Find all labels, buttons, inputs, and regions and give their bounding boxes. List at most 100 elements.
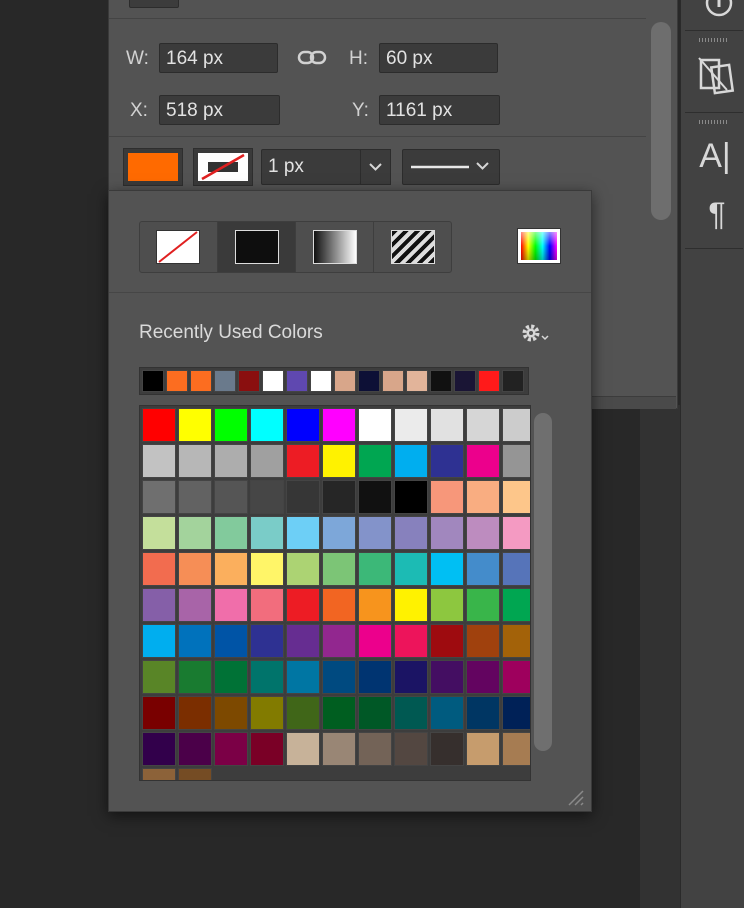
color-swatch[interactable] (358, 696, 392, 730)
info-icon[interactable] (699, 0, 739, 23)
recent-color-swatch[interactable] (166, 370, 188, 392)
color-swatch[interactable] (466, 660, 500, 694)
color-swatch[interactable] (250, 408, 284, 442)
color-swatch[interactable] (502, 552, 530, 586)
gear-icon[interactable] (519, 321, 555, 347)
color-swatch[interactable] (502, 660, 530, 694)
recent-color-swatch[interactable] (358, 370, 380, 392)
color-swatch[interactable] (430, 444, 464, 478)
color-swatch[interactable] (286, 480, 320, 514)
color-swatch[interactable] (430, 480, 464, 514)
color-swatch[interactable] (178, 480, 212, 514)
color-swatch[interactable] (358, 552, 392, 586)
color-swatch[interactable] (178, 660, 212, 694)
color-swatch[interactable] (466, 444, 500, 478)
color-swatch[interactable] (466, 408, 500, 442)
color-swatch[interactable] (322, 480, 356, 514)
color-swatch[interactable] (250, 696, 284, 730)
resize-grip-icon[interactable] (565, 787, 585, 807)
color-swatch[interactable] (322, 408, 356, 442)
color-swatch[interactable] (322, 624, 356, 658)
color-swatch[interactable] (430, 660, 464, 694)
color-swatch[interactable] (394, 588, 428, 622)
color-swatch[interactable] (502, 516, 530, 550)
color-swatch[interactable] (358, 480, 392, 514)
color-swatch[interactable] (466, 696, 500, 730)
x-field[interactable]: 518 px (159, 95, 280, 125)
color-swatch[interactable] (178, 408, 212, 442)
color-swatch[interactable] (214, 624, 248, 658)
color-swatch[interactable] (286, 516, 320, 550)
fill-type-none[interactable] (139, 221, 218, 273)
color-swatch[interactable] (286, 696, 320, 730)
color-swatch[interactable] (250, 552, 284, 586)
color-swatch[interactable] (358, 444, 392, 478)
character-icon[interactable]: A| (695, 136, 735, 176)
color-swatch[interactable] (322, 516, 356, 550)
color-swatch[interactable] (286, 732, 320, 766)
color-swatch[interactable] (214, 696, 248, 730)
color-swatch[interactable] (142, 444, 176, 478)
color-swatch[interactable] (358, 588, 392, 622)
recent-color-swatch[interactable] (238, 370, 260, 392)
color-swatch[interactable] (214, 516, 248, 550)
color-swatch[interactable] (358, 660, 392, 694)
color-swatch[interactable] (142, 516, 176, 550)
stroke-width-field[interactable]: 1 px (261, 149, 361, 185)
color-swatch[interactable] (250, 732, 284, 766)
color-swatch[interactable] (286, 660, 320, 694)
color-swatch[interactable] (250, 444, 284, 478)
color-swatch[interactable] (214, 444, 248, 478)
link-icon[interactable] (297, 48, 327, 73)
color-swatch[interactable] (142, 696, 176, 730)
color-swatch[interactable] (394, 516, 428, 550)
stroke-width-dropdown[interactable] (360, 149, 391, 185)
recent-color-swatch[interactable] (478, 370, 500, 392)
color-swatch[interactable] (142, 588, 176, 622)
recent-color-swatch[interactable] (382, 370, 404, 392)
color-swatch[interactable] (142, 768, 176, 780)
color-swatch[interactable] (430, 408, 464, 442)
color-swatch[interactable] (466, 732, 500, 766)
color-swatch[interactable] (430, 696, 464, 730)
color-swatch[interactable] (142, 732, 176, 766)
color-swatch[interactable] (394, 480, 428, 514)
color-swatch[interactable] (466, 480, 500, 514)
color-swatch[interactable] (502, 444, 530, 478)
color-swatch[interactable] (286, 624, 320, 658)
color-swatch[interactable] (502, 408, 530, 442)
color-swatch[interactable] (394, 624, 428, 658)
dock-grip[interactable] (699, 38, 727, 42)
color-swatch[interactable] (178, 588, 212, 622)
recent-color-swatch[interactable] (502, 370, 524, 392)
color-swatch[interactable] (214, 480, 248, 514)
color-swatch[interactable] (394, 732, 428, 766)
color-swatch[interactable] (178, 516, 212, 550)
height-field[interactable]: 60 px (379, 43, 498, 73)
color-swatch[interactable] (214, 408, 248, 442)
fill-type-gradient[interactable] (295, 221, 374, 273)
stroke-color-button[interactable] (193, 148, 253, 186)
color-swatch[interactable] (502, 480, 530, 514)
color-swatch[interactable] (394, 408, 428, 442)
recent-color-swatch[interactable] (334, 370, 356, 392)
recent-color-swatch[interactable] (190, 370, 212, 392)
stroke-style-dropdown[interactable] (402, 149, 500, 185)
recent-color-swatch[interactable] (286, 370, 308, 392)
color-swatch[interactable] (214, 660, 248, 694)
color-swatch[interactable] (502, 624, 530, 658)
color-swatch[interactable] (286, 444, 320, 478)
color-swatch[interactable] (178, 624, 212, 658)
width-field[interactable]: 164 px (159, 43, 278, 73)
color-swatch[interactable] (466, 552, 500, 586)
color-swatch[interactable] (430, 624, 464, 658)
color-swatch[interactable] (394, 552, 428, 586)
color-swatch[interactable] (430, 552, 464, 586)
color-swatch[interactable] (466, 516, 500, 550)
color-swatch[interactable] (358, 516, 392, 550)
dock-grip[interactable] (699, 120, 727, 124)
color-swatch[interactable] (142, 480, 176, 514)
color-swatch[interactable] (466, 588, 500, 622)
color-swatch[interactable] (286, 408, 320, 442)
swatch-grid-scroll-thumb[interactable] (534, 413, 552, 751)
